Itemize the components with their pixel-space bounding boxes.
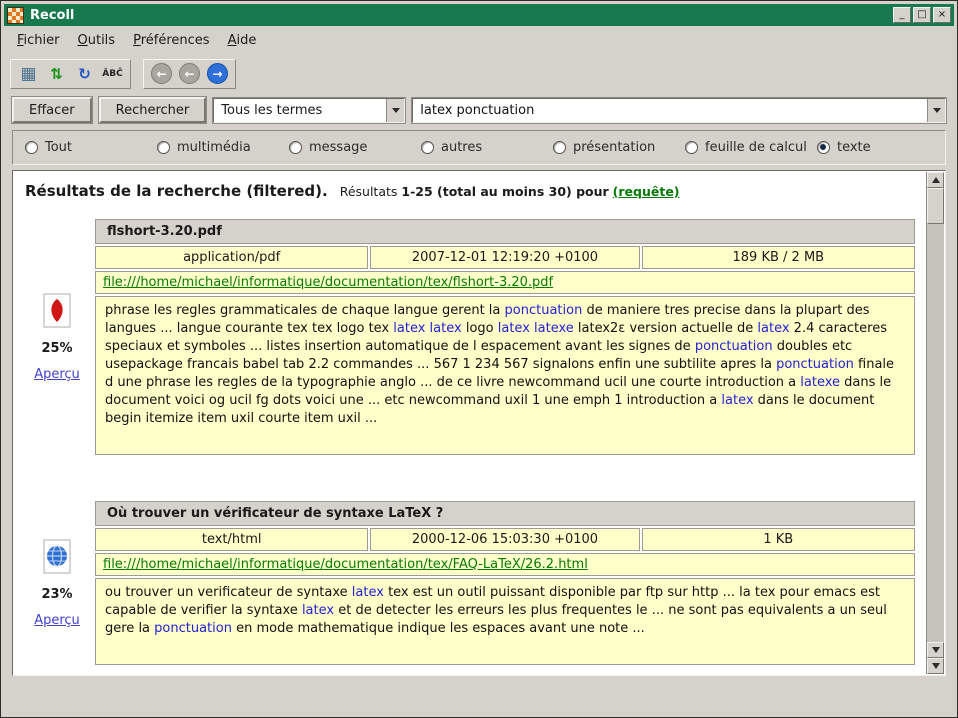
results-area: Résultats de la recherche (filtered). Rés… (12, 170, 946, 676)
menubar: Fichier Outils Préférences Aide (4, 26, 954, 55)
chevron-down-icon[interactable] (927, 99, 945, 122)
arrow-down-icon (932, 663, 940, 673)
menu-outils[interactable]: Outils (69, 30, 125, 51)
result-item: 25% Aperçu flshort-3.20.pdf application/… (21, 217, 917, 457)
result-side: 25% Aperçu (21, 217, 93, 457)
chevron-down-icon[interactable] (386, 99, 404, 122)
radio-label: texte (837, 140, 871, 155)
radio-label: Tout (45, 140, 72, 155)
radio-icon (421, 141, 434, 154)
window-controls: _ □ × (893, 7, 951, 23)
preview-link[interactable]: Aperçu (34, 367, 80, 382)
query-table-icon[interactable]: ▦ (16, 62, 41, 86)
radio-icon (817, 141, 830, 154)
sort-icon[interactable]: ⇅ (44, 62, 69, 86)
recoll-window: Recoll _ □ × Fichier Outils Préférences … (0, 0, 958, 718)
result-url-link[interactable]: file:///home/michael/informatique/docume… (103, 275, 553, 290)
scrollbar-thumb[interactable] (927, 188, 944, 224)
scroll-up-button[interactable] (927, 172, 944, 188)
radio-texte[interactable]: texte (817, 140, 871, 155)
scroll-down-button-outer[interactable] (927, 658, 944, 674)
radio-label: feuille de calcul (705, 140, 807, 155)
result-size: 1 KB (642, 528, 915, 551)
query-link[interactable]: (requête) (613, 184, 680, 199)
result-date: 2000-12-06 15:03:30 +0100 (370, 528, 639, 551)
arrow-down-icon (932, 647, 940, 657)
search-mode-select[interactable]: Tous les termes (213, 98, 405, 123)
page-first-icon[interactable]: ← (149, 62, 174, 86)
relevance-percent: 25% (41, 341, 72, 356)
app-icon (7, 7, 24, 24)
toolbar-group-paging: ← ← → (143, 59, 236, 89)
result-item: 23% Aperçu Où trouver un vérificateur de… (21, 499, 917, 667)
radio-icon (157, 141, 170, 154)
result-size: 189 KB / 2 MB (642, 246, 915, 269)
search-row: Effacer Rechercher Tous les termes (4, 92, 954, 130)
titlebar[interactable]: Recoll _ □ × (4, 4, 954, 26)
result-snippet: ou trouver un verificateur de syntaxe la… (95, 578, 915, 665)
preview-link[interactable]: Aperçu (34, 613, 80, 628)
spellcheck-icon[interactable]: ÂBĈ (100, 62, 125, 86)
result-mime: application/pdf (95, 246, 368, 269)
radio-feuille-de-calcul[interactable]: feuille de calcul (685, 140, 817, 155)
html-file-icon (39, 538, 75, 576)
result-url-link[interactable]: file:///home/michael/informatique/docume… (103, 557, 588, 572)
minimize-button[interactable]: _ (893, 7, 911, 23)
page-next-icon[interactable]: → (205, 62, 230, 86)
relevance-percent: 23% (41, 587, 72, 602)
radio-label: message (309, 140, 367, 155)
radio-icon (25, 141, 38, 154)
history-icon[interactable]: ↻ (72, 62, 97, 86)
bottom-strip (4, 676, 954, 714)
menu-fichier[interactable]: Fichier (8, 30, 69, 51)
toolbar: ▦ ⇅ ↻ ÂBĈ ← ← → (4, 55, 954, 92)
radio-icon (553, 141, 566, 154)
result-filename: flshort-3.20.pdf (95, 219, 915, 244)
menu-preferences[interactable]: Préférences (124, 30, 218, 51)
results-count: 1-25 (total au moins 30) pour (401, 184, 608, 199)
results-header: Résultats de la recherche (filtered). Rés… (21, 180, 917, 200)
radio-icon (685, 141, 698, 154)
result-date: 2007-12-01 12:19:20 +0100 (370, 246, 639, 269)
results-title: Résultats de la recherche (filtered). (25, 182, 328, 200)
maximize-button[interactable]: □ (913, 7, 931, 23)
close-button[interactable]: × (933, 7, 951, 23)
result-mime: text/html (95, 528, 368, 551)
arrow-up-icon (932, 173, 940, 183)
radio-icon (289, 141, 302, 154)
menu-aide[interactable]: Aide (219, 30, 266, 51)
result-side: 23% Aperçu (21, 499, 93, 667)
pdf-file-icon (39, 292, 75, 330)
result-table: flshort-3.20.pdf application/pdf 2007-12… (93, 217, 917, 457)
result-snippet: phrase les regles grammaticales de chaqu… (95, 296, 915, 455)
radio-label: multimédia (177, 140, 251, 155)
radio-label: présentation (573, 140, 655, 155)
radio-presentation[interactable]: présentation (553, 140, 685, 155)
radio-message[interactable]: message (289, 140, 421, 155)
toolbar-group-tools: ▦ ⇅ ↻ ÂBĈ (10, 59, 131, 89)
scroll-down-button[interactable] (927, 642, 944, 658)
results-count-prefix: Résultats (340, 184, 398, 199)
search-button[interactable]: Rechercher (99, 97, 207, 123)
radio-label: autres (441, 140, 482, 155)
search-mode-value: Tous les termes (214, 103, 386, 118)
category-filter: Tout multimédia message autres présentat… (12, 130, 946, 165)
radio-tout[interactable]: Tout (25, 140, 157, 155)
results-list: Résultats de la recherche (filtered). Rés… (13, 171, 945, 675)
result-filename: Où trouver un vérificateur de syntaxe La… (95, 501, 915, 526)
radio-multimedia[interactable]: multimédia (157, 140, 289, 155)
clear-button[interactable]: Effacer (12, 97, 92, 123)
result-table: Où trouver un vérificateur de syntaxe La… (93, 499, 917, 667)
window-title: Recoll (30, 8, 887, 23)
scrollbar-trough[interactable] (927, 224, 944, 642)
radio-autres[interactable]: autres (421, 140, 553, 155)
query-input[interactable] (413, 103, 927, 118)
results-scrollbar[interactable] (926, 172, 944, 674)
query-combo[interactable] (412, 98, 946, 123)
page-prev-icon[interactable]: ← (177, 62, 202, 86)
